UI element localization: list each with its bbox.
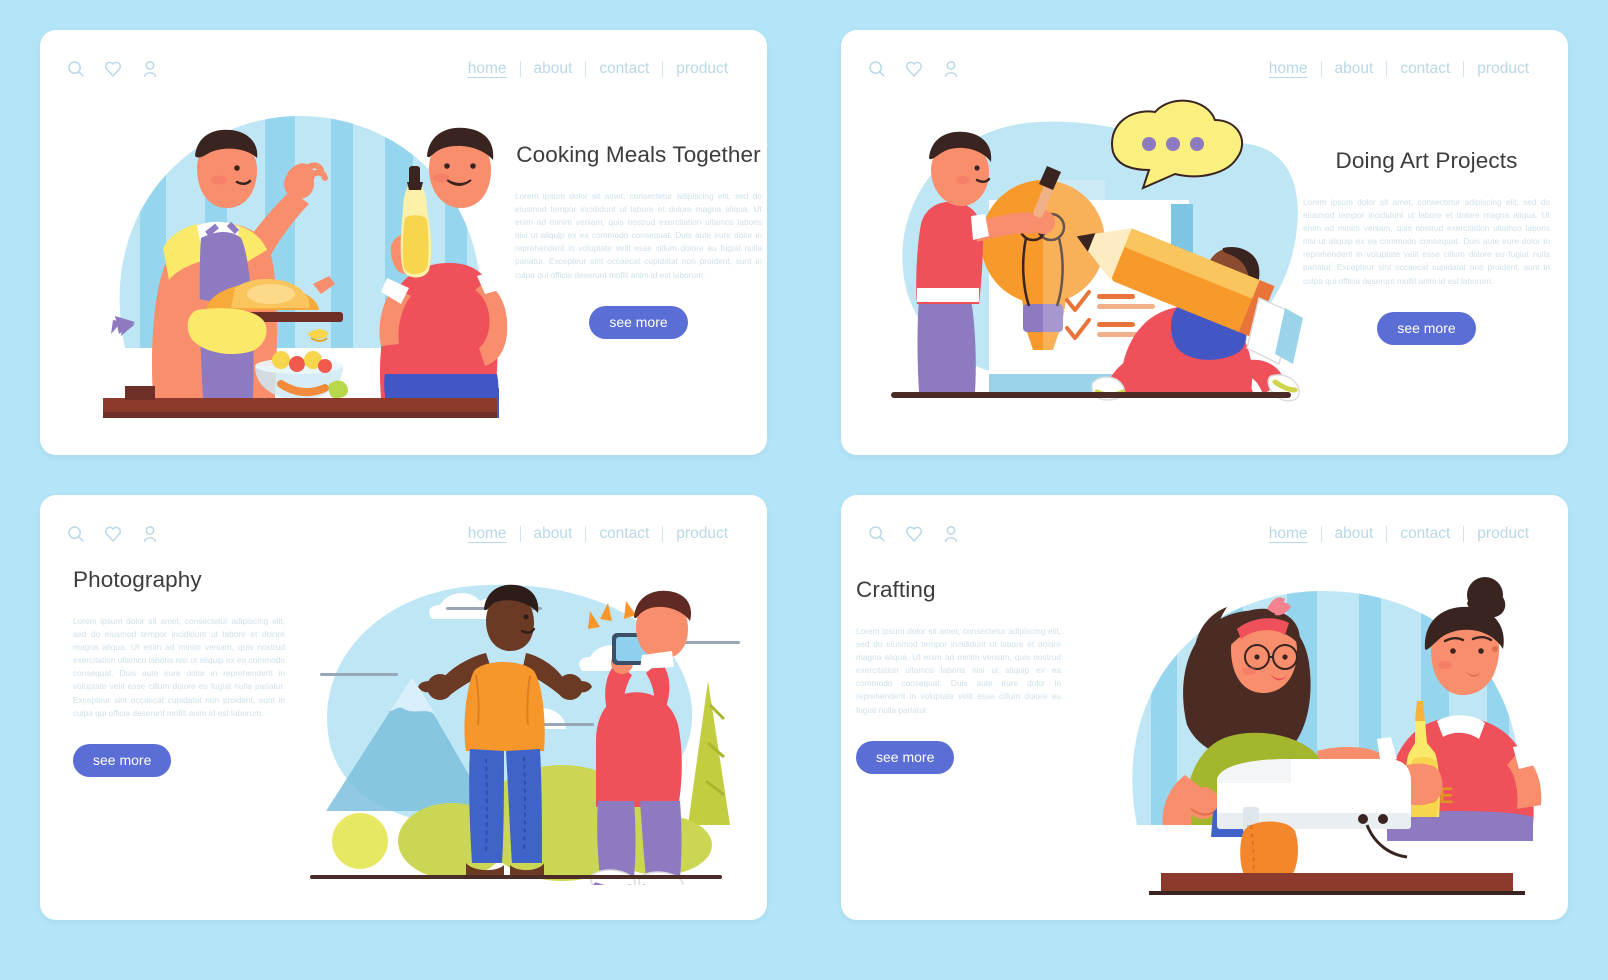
button-row: see more [856, 740, 1061, 774]
nav-link-home[interactable]: home [455, 60, 520, 78]
nav-icon-group [867, 524, 961, 544]
user-icon[interactable] [941, 59, 961, 79]
search-icon[interactable] [66, 59, 86, 79]
nav-icon-group [66, 59, 160, 79]
heart-icon[interactable] [904, 524, 924, 544]
illustration-art-projects [871, 92, 1311, 422]
nav-links: home about contact product [455, 60, 741, 78]
nav-links: home about contact product [455, 525, 741, 543]
button-row: see more [73, 743, 285, 777]
card-title: Cooking Meals Together [516, 142, 761, 167]
heart-icon[interactable] [904, 59, 924, 79]
card-body: Lorem ipsum dolor sit amet, consectetur … [1303, 197, 1550, 286]
card-text-photography: Photography Lorem ipsum dolor sit amet, … [73, 567, 285, 777]
nav-link-contact[interactable]: contact [586, 60, 662, 78]
nav-link-home[interactable]: home [455, 525, 520, 543]
landing-page-set: home about contact product Cooking Meals… [0, 0, 1608, 980]
user-icon[interactable] [941, 524, 961, 544]
card-body: Lorem ipsum dolor sit amet, consectetur … [73, 616, 285, 718]
user-icon[interactable] [140, 524, 160, 544]
search-icon[interactable] [867, 59, 887, 79]
nav-icon-group [867, 59, 961, 79]
heart-icon[interactable] [103, 524, 123, 544]
card-crafting: home about contact product Crafting Lore… [841, 495, 1568, 920]
card-title: Doing Art Projects [1335, 148, 1518, 173]
nav-link-about[interactable]: about [1322, 60, 1387, 78]
card-text-crafting: Crafting Lorem ipsum dolor sit amet, con… [856, 577, 1061, 774]
heart-icon[interactable] [103, 59, 123, 79]
see-more-button[interactable]: see more [589, 305, 688, 339]
nav-link-product[interactable]: product [663, 60, 741, 78]
card-grid: home about contact product Cooking Meals… [40, 30, 1568, 920]
nav-icon-group [66, 524, 160, 544]
card-cooking: home about contact product Cooking Meals… [40, 30, 767, 455]
nav-link-home[interactable]: home [1256, 60, 1321, 78]
navbar: home about contact product [66, 54, 741, 84]
see-more-button[interactable]: see more [73, 743, 172, 777]
nav-link-about[interactable]: about [521, 525, 586, 543]
nav-link-about[interactable]: about [521, 60, 586, 78]
search-icon[interactable] [66, 524, 86, 544]
illustration-photography [290, 545, 740, 885]
button-row: see more [515, 305, 762, 339]
nav-link-contact[interactable]: contact [1387, 60, 1463, 78]
illustration-cooking [85, 98, 515, 418]
card-title: Photography [73, 567, 202, 592]
see-more-button[interactable]: see more [856, 740, 955, 774]
search-icon[interactable] [867, 524, 887, 544]
navbar: home about contact product [867, 54, 1542, 84]
card-title: Crafting [856, 577, 936, 602]
user-icon[interactable] [140, 59, 160, 79]
nav-link-product[interactable]: product [1464, 60, 1542, 78]
nav-link-product[interactable]: product [663, 525, 741, 543]
card-photography: home about contact product Photography L… [40, 495, 767, 920]
nav-links: home about contact product [1256, 60, 1542, 78]
see-more-button[interactable]: see more [1377, 311, 1476, 345]
card-body: Lorem ipsum dolor sit amet, consectetur … [515, 191, 762, 280]
card-text-cooking: Cooking Meals Together Lorem ipsum dolor… [515, 142, 762, 339]
card-art-projects: home about contact product Doing Art Pro… [841, 30, 1568, 455]
card-body: Lorem ipsum dolor sit amet, consectetur … [856, 626, 1061, 715]
card-text-art-projects: Doing Art Projects Lorem ipsum dolor sit… [1303, 148, 1550, 345]
nav-link-contact[interactable]: contact [586, 525, 662, 543]
button-row: see more [1303, 311, 1550, 345]
illustration-crafting: GLUE [1091, 525, 1551, 895]
